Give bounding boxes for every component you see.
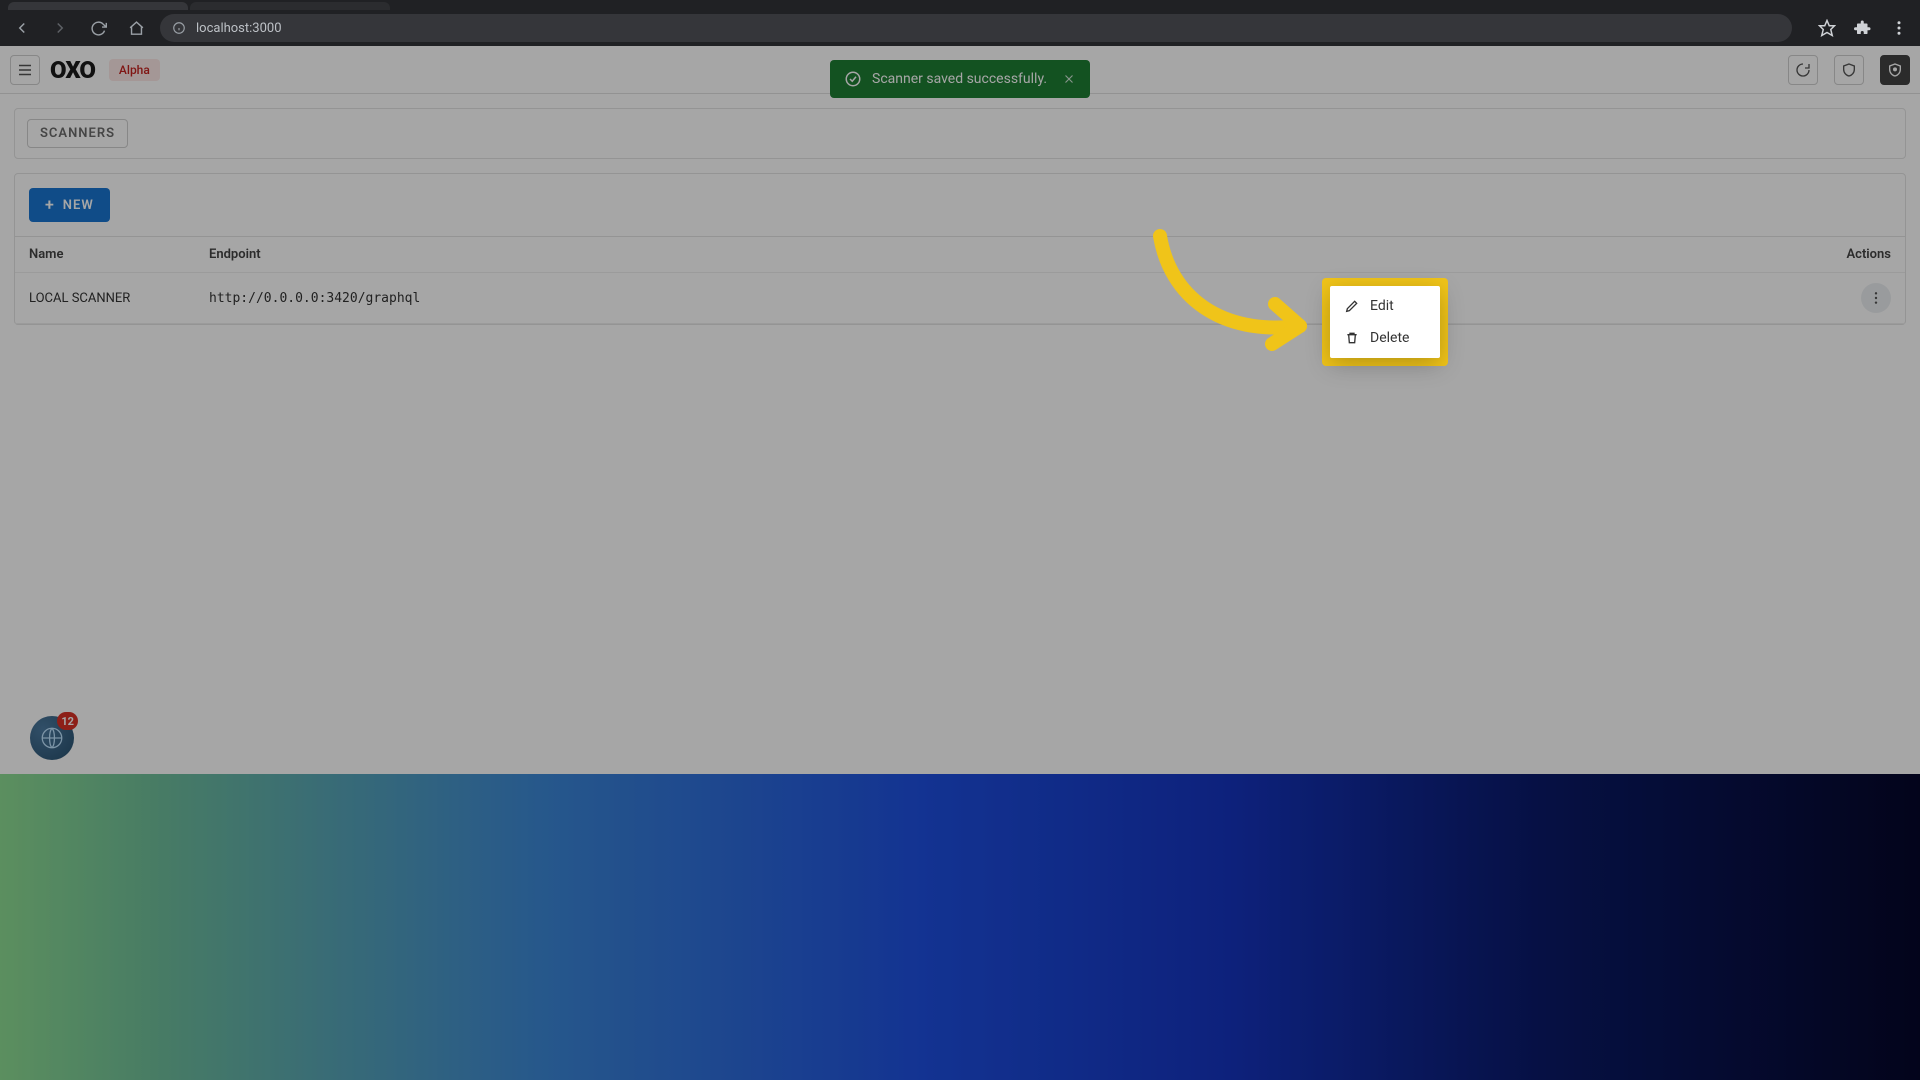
- context-menu-highlight: Edit Delete: [1322, 278, 1448, 366]
- browser-chrome: localhost:3000: [0, 0, 1920, 46]
- browser-right-icons: [1814, 15, 1912, 41]
- bookmark-icon[interactable]: [1814, 15, 1840, 41]
- browser-menu-icon[interactable]: [1886, 15, 1912, 41]
- menu-item-delete-label: Delete: [1370, 330, 1409, 346]
- annotation-arrow: [1140, 226, 1340, 366]
- menu-item-delete[interactable]: Delete: [1330, 322, 1440, 354]
- home-button[interactable]: [122, 14, 150, 42]
- modal-overlay[interactable]: [0, 46, 1920, 1080]
- pencil-icon: [1344, 298, 1360, 314]
- url-text: localhost:3000: [196, 21, 282, 36]
- viewport: OXO Alpha Scanner saved successfully.: [0, 46, 1920, 1080]
- menu-item-edit[interactable]: Edit: [1330, 290, 1440, 322]
- address-bar[interactable]: localhost:3000: [160, 14, 1792, 42]
- row-context-menu: Edit Delete: [1330, 286, 1440, 358]
- site-info-icon[interactable]: [172, 21, 186, 35]
- tab-strip: [0, 0, 1920, 10]
- extensions-icon[interactable]: [1850, 15, 1876, 41]
- browser-tab[interactable]: [8, 2, 188, 10]
- back-button[interactable]: [8, 14, 36, 42]
- menu-item-edit-label: Edit: [1370, 298, 1394, 314]
- browser-tab[interactable]: [190, 2, 390, 10]
- forward-button[interactable]: [46, 14, 74, 42]
- browser-toolbar: localhost:3000: [0, 10, 1920, 46]
- trash-icon: [1344, 330, 1360, 346]
- reload-button[interactable]: [84, 14, 112, 42]
